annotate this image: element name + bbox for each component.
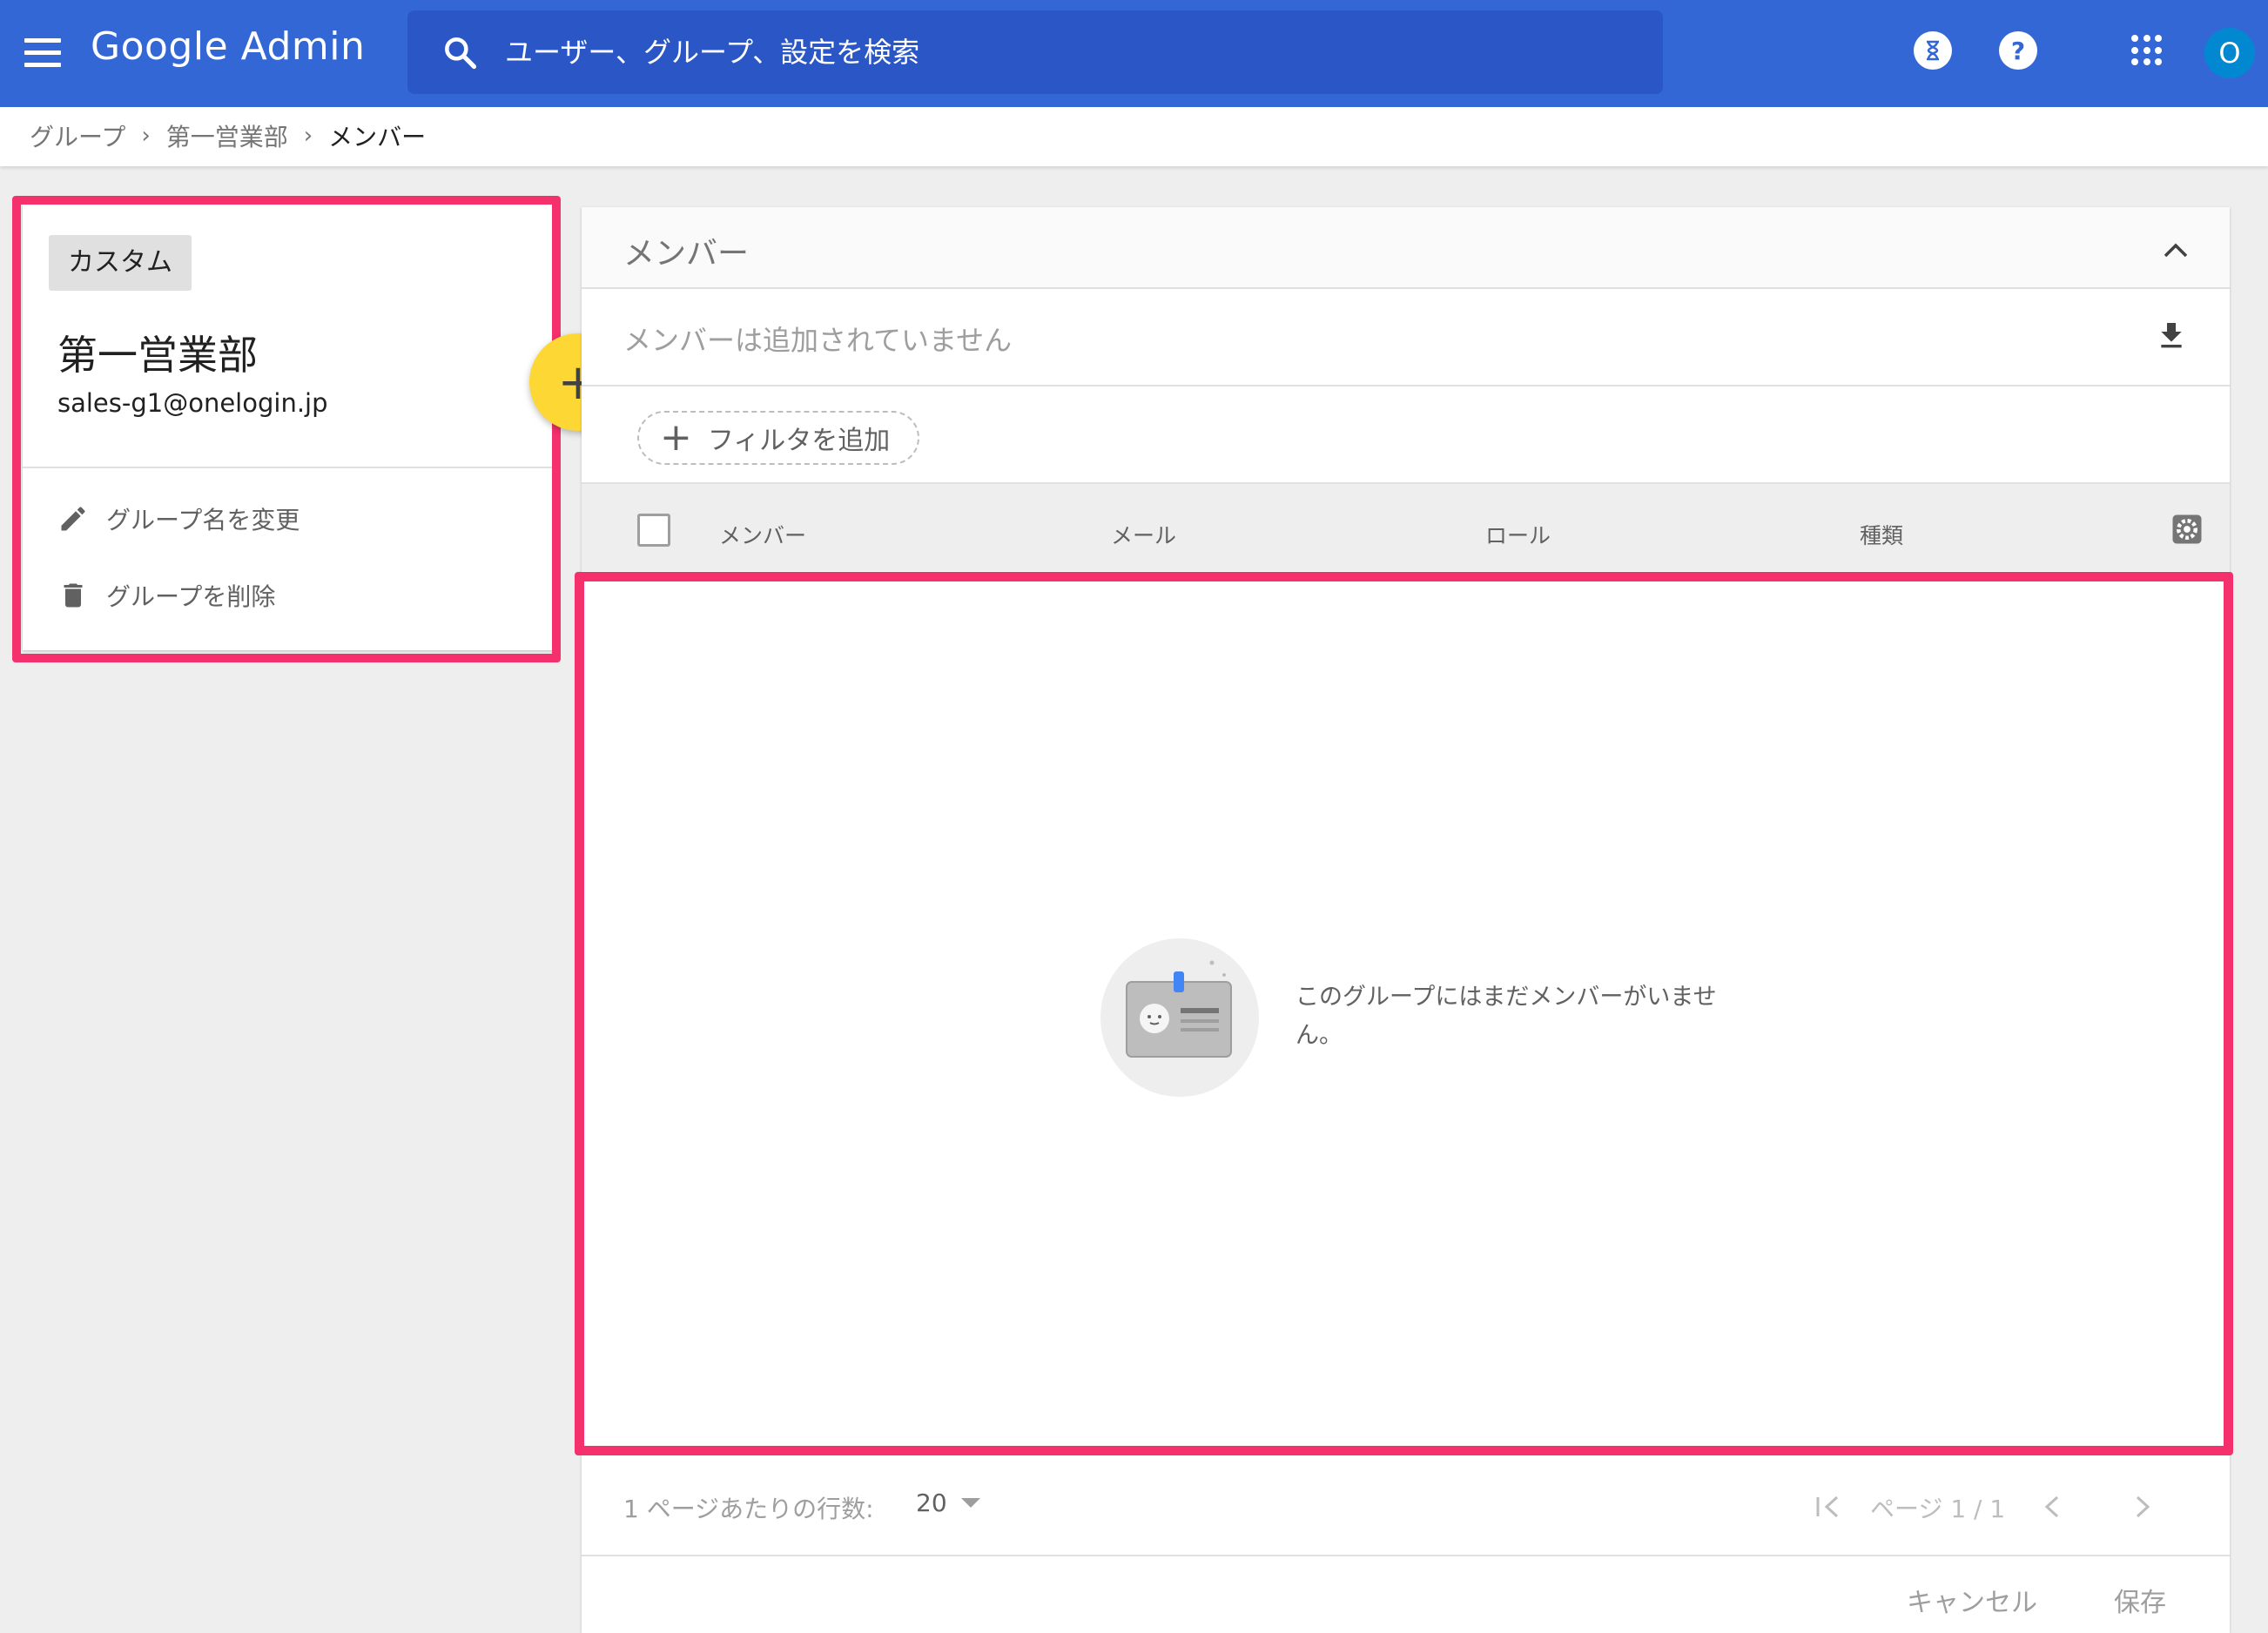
members-section-header: [582, 207, 2230, 289]
column-role[interactable]: ロール: [1485, 519, 1551, 550]
account-avatar[interactable]: O: [2204, 28, 2255, 78]
app-brand[interactable]: Google Admin: [91, 24, 365, 69]
search-input[interactable]: [505, 23, 1637, 82]
apps-grid-icon[interactable]: [2131, 35, 2163, 66]
download-icon[interactable]: [2154, 317, 2189, 355]
members-summary-text: メンバーは追加されていません: [623, 324, 1013, 357]
table-header: [582, 484, 2230, 571]
chevron-right-icon: ›: [141, 123, 151, 149]
save-button[interactable]: 保存: [2114, 1581, 2166, 1619]
highlight-box-left: [12, 196, 561, 662]
rows-per-page-select[interactable]: 20: [916, 1489, 980, 1517]
members-section-title: メンバー: [623, 236, 750, 272]
rows-per-page-value: 20: [916, 1489, 947, 1517]
page-indicator: ページ 1 / 1: [1870, 1495, 2006, 1523]
column-type[interactable]: 種類: [1860, 519, 1903, 550]
gear-icon[interactable]: [2171, 514, 2203, 545]
hamburger-menu-icon[interactable]: [24, 38, 61, 70]
help-icon[interactable]: ?: [1999, 31, 2037, 70]
chevron-left-icon[interactable]: [2043, 1494, 2062, 1520]
cancel-button[interactable]: キャンセル: [1907, 1581, 2037, 1619]
hourglass-icon[interactable]: [1914, 31, 1952, 70]
plus-icon: +: [660, 415, 692, 460]
breadcrumb-current: メンバー: [328, 123, 427, 151]
highlight-box-main: [575, 572, 2233, 1455]
caret-down-icon: [960, 1498, 980, 1508]
search-icon[interactable]: [441, 33, 479, 71]
column-member[interactable]: メンバー: [719, 519, 806, 550]
chevron-right-icon[interactable]: [2133, 1494, 2152, 1520]
breadcrumb-groups[interactable]: グループ: [30, 118, 125, 153]
first-page-icon[interactable]: [1814, 1494, 1844, 1520]
chevron-right-icon: ›: [303, 123, 313, 149]
rows-per-page-label: 1 ページあたりの行数:: [623, 1495, 874, 1523]
add-filter-button[interactable]: + フィルタを追加: [637, 411, 920, 465]
select-all-checkbox[interactable]: [637, 514, 670, 547]
chevron-up-icon[interactable]: [2161, 240, 2191, 259]
add-filter-label: フィルタを追加: [707, 426, 891, 456]
breadcrumb: グループ › 第一営業部 › メンバー: [30, 118, 426, 153]
breadcrumb-group[interactable]: 第一営業部: [166, 118, 288, 153]
column-email[interactable]: メール: [1111, 519, 1176, 550]
